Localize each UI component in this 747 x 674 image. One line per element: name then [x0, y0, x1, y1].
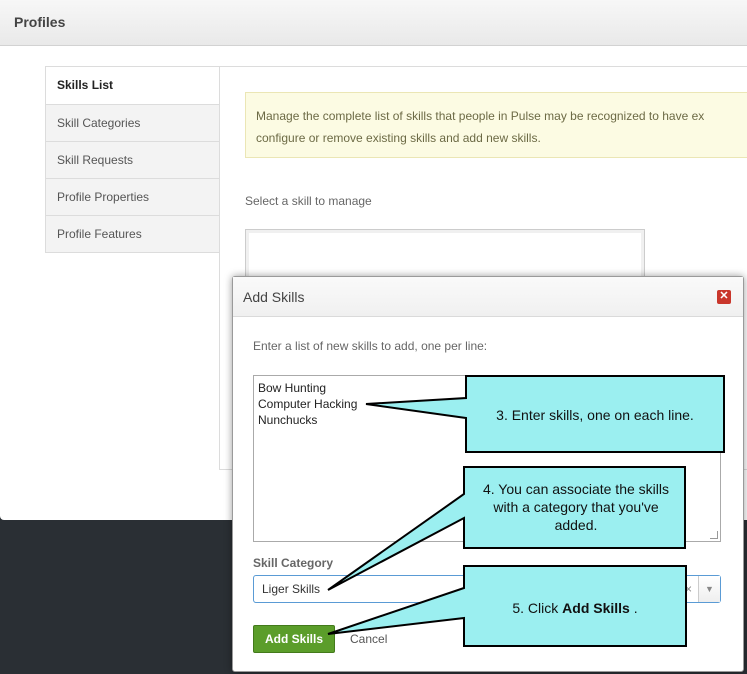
callout-5-text: 5. Click Add Skills . — [466, 599, 684, 617]
page-title: Profiles — [14, 14, 66, 30]
modal-header: Add Skills ✕ — [233, 277, 743, 317]
callout-3-text: 3. Enter skills, one on each line. — [496, 407, 694, 423]
info-line-2: configure or remove existing skills and … — [256, 131, 541, 145]
chevron-down-icon[interactable]: ▼ — [698, 576, 720, 602]
nav-item-profile-properties[interactable]: Profile Properties — [46, 178, 219, 215]
profiles-nav: Skills List Skill Categories Skill Reque… — [45, 66, 220, 253]
skill-category-label: Skill Category — [253, 556, 334, 570]
skill-category-value: Liger Skills — [262, 582, 321, 596]
nav-item-profile-features[interactable]: Profile Features — [46, 215, 219, 252]
skill-line: Bow Hunting — [258, 381, 327, 395]
resize-grip-icon[interactable] — [710, 531, 718, 539]
info-line-1: Manage the complete list of skills that … — [256, 109, 705, 123]
modal-instructions: Enter a list of new skills to add, one p… — [253, 339, 488, 353]
select-skill-label: Select a skill to manage — [245, 194, 372, 208]
callout-5-bold: Add Skills — [562, 600, 630, 616]
info-box: Manage the complete list of skills that … — [245, 92, 747, 158]
close-icon[interactable]: ✕ — [717, 290, 731, 304]
callout-4-text: 4. You can associate the skills with a c… — [482, 481, 669, 533]
top-bar: Profiles — [0, 0, 747, 46]
nav-item-skill-categories[interactable]: Skill Categories — [46, 104, 219, 141]
clear-icon[interactable]: × — [685, 582, 692, 596]
nav-item-skills-list[interactable]: Skills List — [46, 67, 219, 104]
add-skills-button[interactable]: Add Skills — [253, 625, 335, 653]
cancel-link[interactable]: Cancel — [350, 632, 387, 646]
modal-title: Add Skills — [243, 289, 305, 305]
callout-5-suffix: . — [629, 600, 638, 616]
callout-5-prefix: 5. Click — [512, 600, 563, 616]
nav-item-skill-requests[interactable]: Skill Requests — [46, 141, 219, 178]
